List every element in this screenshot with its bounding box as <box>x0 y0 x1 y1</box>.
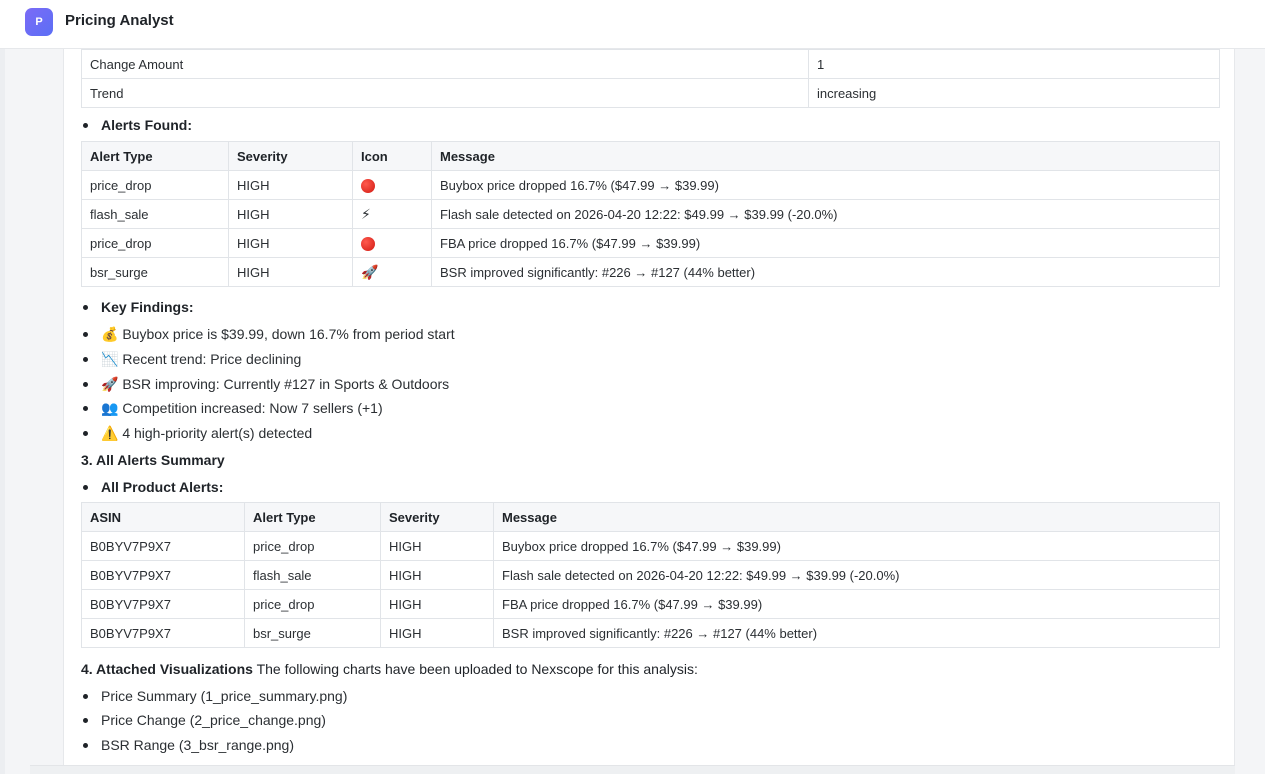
money-bag-icon: 💰 <box>101 326 119 342</box>
alerts-found-heading: Alerts Found: <box>83 117 192 133</box>
alert-type: price_drop <box>81 170 229 200</box>
section-heading: 3. All Alerts Summary <box>81 452 225 468</box>
list-item: Price Summary (1_price_summary.png) <box>82 688 348 704</box>
alert-severity: HIGH <box>228 170 353 200</box>
column-header: Icon <box>352 141 432 171</box>
alerts-found-table: Alert Type Severity Icon Message price_d… <box>81 141 1220 287</box>
table-row: bsr_surge HIGH 🚀 BSR improved significan… <box>81 257 1220 287</box>
chart-decreasing-icon: 📉 <box>101 351 119 367</box>
table-row: B0BYV7P9X7 price_drop HIGH Buybox price … <box>81 531 1220 561</box>
metric-label: Change Amount <box>81 49 809 79</box>
app-header: P Pricing Analyst <box>0 0 1265 49</box>
column-header: Severity <box>380 502 494 532</box>
asin: B0BYV7P9X7 <box>81 618 245 648</box>
alert-icon-cell: ⚡ <box>352 199 432 229</box>
alert-message: Flash sale detected on 2026-04-20 12:22:… <box>431 199 1220 229</box>
table-row: Change Amount 1 <box>81 49 1220 79</box>
alert-message: BSR improved significantly: #226 → #127 … <box>431 257 1220 287</box>
list-item: 🚀 BSR improving: Currently #127 in Sport… <box>82 376 450 393</box>
all-alerts-heading: All Product Alerts: <box>82 479 224 495</box>
rocket-icon: 🚀 <box>361 263 379 280</box>
alert-icon-cell <box>352 228 432 258</box>
list-item: 👥 Competition increased: Now 7 sellers (… <box>83 400 383 417</box>
alert-icon-cell: 🚀 <box>352 257 432 287</box>
alert-message: Flash sale detected on 2026-04-20 12:22:… <box>493 560 1220 590</box>
alert-message: BSR improved significantly: #226 → #127 … <box>493 618 1220 648</box>
people-icon: 👥 <box>101 400 119 416</box>
warning-icon: ⚠️ <box>101 425 119 441</box>
section-heading: 4. Attached Visualizations The following… <box>81 661 698 677</box>
metrics-table: Change Amount 1 Trend increasing <box>81 49 1220 108</box>
alert-type: price_drop <box>81 228 229 258</box>
metric-label: Trend <box>81 78 809 108</box>
finding-text: BSR improving: Currently #127 in Sports … <box>122 376 450 392</box>
column-header: Severity <box>228 141 353 171</box>
alert-type: bsr_surge <box>244 618 381 648</box>
column-header: Message <box>493 502 1220 532</box>
column-header: Alert Type <box>81 141 229 171</box>
table-row: Trend increasing <box>81 78 1220 108</box>
app-logo-badge: P <box>25 8 53 36</box>
alert-severity: HIGH <box>380 589 494 619</box>
finding-text: Buybox price is $39.99, down 16.7% from … <box>122 326 455 342</box>
alert-type: flash_sale <box>81 199 229 229</box>
table-header-row: Alert Type Severity Icon Message <box>81 141 1220 171</box>
app-title: Pricing Analyst <box>65 12 174 29</box>
section-title: 4. Attached Visualizations <box>81 661 253 677</box>
finding-text: Competition increased: Now 7 sellers (+1… <box>122 400 383 416</box>
list-item: 📉 Recent trend: Price declining <box>82 351 302 368</box>
metric-value: 1 <box>808 49 1220 79</box>
table-row: B0BYV7P9X7 bsr_surge HIGH BSR improved s… <box>81 618 1220 648</box>
lightning-icon: ⚡ <box>361 205 371 222</box>
alert-type: flash_sale <box>244 560 381 590</box>
finding-text: Recent trend: Price declining <box>122 351 302 367</box>
list-item: ⚠️ 4 high-priority alert(s) detected <box>82 425 313 442</box>
asin: B0BYV7P9X7 <box>81 531 245 561</box>
alert-message: FBA price dropped 16.7% ($47.99 → $39.99… <box>431 228 1220 258</box>
metric-value: increasing <box>808 78 1220 108</box>
input-area-edge <box>30 765 1235 774</box>
alert-severity: HIGH <box>380 618 494 648</box>
asin: B0BYV7P9X7 <box>81 560 245 590</box>
alert-severity: HIGH <box>228 199 353 229</box>
red-circle-icon <box>361 178 375 193</box>
alert-severity: HIGH <box>228 228 353 258</box>
left-gutter <box>0 49 5 774</box>
alert-message: Buybox price dropped 16.7% ($47.99 → $39… <box>493 531 1220 561</box>
table-row: B0BYV7P9X7 flash_sale HIGH Flash sale de… <box>81 560 1220 590</box>
finding-text: 4 high-priority alert(s) detected <box>122 425 313 441</box>
alert-severity: HIGH <box>380 560 494 590</box>
table-header-row: ASIN Alert Type Severity Message <box>81 502 1220 532</box>
chat-message-content: Change Amount 1 Trend increasing Alerts … <box>63 49 1235 765</box>
alert-severity: HIGH <box>228 257 353 287</box>
red-circle-icon <box>361 236 375 251</box>
column-header: Message <box>431 141 1220 171</box>
alert-type: price_drop <box>244 531 381 561</box>
alert-type: price_drop <box>244 589 381 619</box>
table-row: B0BYV7P9X7 price_drop HIGH FBA price dro… <box>81 589 1220 619</box>
alert-severity: HIGH <box>380 531 494 561</box>
list-item: Price Change (2_price_change.png) <box>83 712 326 728</box>
asin: B0BYV7P9X7 <box>81 589 245 619</box>
list-item: 💰 Buybox price is $39.99, down 16.7% fro… <box>83 326 455 343</box>
column-header: ASIN <box>81 502 245 532</box>
key-findings-heading: Key Findings: <box>83 299 194 315</box>
table-row: flash_sale HIGH ⚡ Flash sale detected on… <box>81 199 1220 229</box>
alert-icon-cell <box>352 170 432 200</box>
section-intro: The following charts have been uploaded … <box>256 661 698 677</box>
alert-message: Buybox price dropped 16.7% ($47.99 → $39… <box>431 170 1220 200</box>
alert-message: FBA price dropped 16.7% ($47.99 → $39.99… <box>493 589 1220 619</box>
column-header: Alert Type <box>244 502 381 532</box>
table-row: price_drop HIGH FBA price dropped 16.7% … <box>81 228 1220 258</box>
all-alerts-table: ASIN Alert Type Severity Message B0BYV7P… <box>81 502 1220 648</box>
table-row: price_drop HIGH Buybox price dropped 16.… <box>81 170 1220 200</box>
list-item: BSR Range (3_bsr_range.png) <box>82 737 295 753</box>
rocket-icon: 🚀 <box>101 376 119 392</box>
alert-type: bsr_surge <box>81 257 229 287</box>
